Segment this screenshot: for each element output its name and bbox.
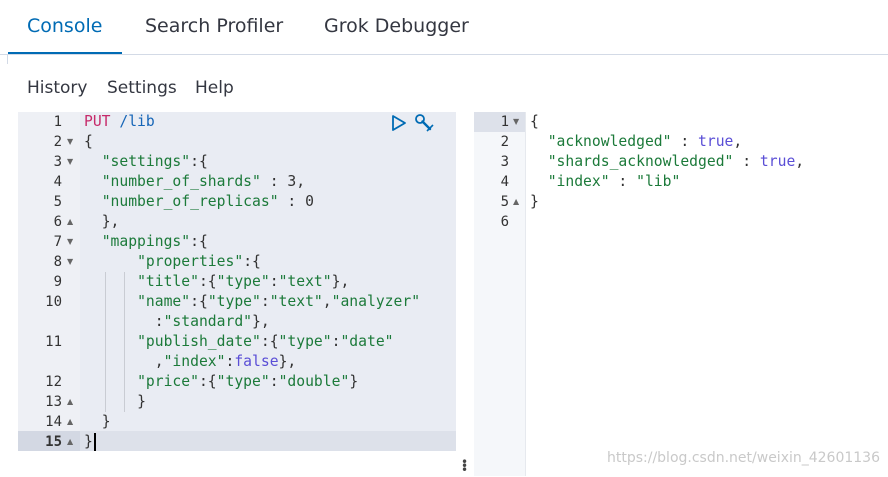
panel-resizer[interactable] xyxy=(456,112,473,476)
line-number: 2 xyxy=(500,134,509,150)
line-number: 3 xyxy=(500,154,509,170)
line-number: 9 xyxy=(53,274,62,290)
tab-grok-debugger[interactable]: Grok Debugger xyxy=(324,0,469,53)
fold-toggle[interactable]: ▼ xyxy=(67,132,73,152)
line-number: 8 xyxy=(53,254,62,270)
request-editor[interactable]: 1 2 3 4 5 6 7 8 9 10 11 12 13 14 15 ▼ ▼ … xyxy=(18,112,456,476)
code-line: ,"index":false}, xyxy=(154,353,297,370)
line-number: 1 xyxy=(500,114,509,130)
code-line: "acknowledged" : true, xyxy=(547,133,743,150)
tab-console[interactable]: Console xyxy=(8,0,123,54)
line-number: 4 xyxy=(500,174,509,190)
fold-toggle[interactable]: ▲ xyxy=(67,412,73,432)
response-editor[interactable]: 1 2 3 4 5 6 ▼ ▲ { "acknowledged" : true,… xyxy=(474,112,888,476)
tab-search-profiler[interactable]: Search Profiler xyxy=(145,0,283,53)
fold-toggle[interactable]: ▲ xyxy=(67,212,73,232)
code-line: "settings":{ xyxy=(101,153,208,170)
code-line: "properties":{ xyxy=(137,253,261,270)
code-line: "publish_date":{"type":"date" xyxy=(137,333,394,350)
line-number: 12 xyxy=(45,374,62,390)
fold-toggle[interactable]: ▼ xyxy=(67,232,73,252)
code-line: } xyxy=(101,413,111,430)
line-number: 1 xyxy=(53,114,62,130)
divider xyxy=(7,54,8,64)
line-number: 3 xyxy=(53,154,62,170)
code-line: "title":{"type":"text"}, xyxy=(137,273,350,290)
line-number: 14 xyxy=(45,414,62,430)
play-icon[interactable] xyxy=(391,114,407,136)
top-tabs: Console Search Profiler Grok Debugger xyxy=(0,0,888,55)
wrench-icon[interactable] xyxy=(414,113,436,137)
code-line: "number_of_shards" : 3, xyxy=(101,173,306,190)
text-cursor xyxy=(94,433,96,451)
line-number: 2 xyxy=(53,134,62,150)
watermark: https://blog.csdn.net/weixin_42601136 xyxy=(606,450,880,466)
resize-handle-icon[interactable]: • • • xyxy=(461,456,468,476)
gutter-divider xyxy=(525,112,526,476)
code-line: "index" : "lib" xyxy=(547,173,681,190)
line-number: 6 xyxy=(53,214,62,230)
line-number: 4 xyxy=(53,174,62,190)
line-number: 11 xyxy=(45,334,62,350)
settings-menu-item[interactable]: Settings xyxy=(107,78,177,98)
fold-toggle[interactable]: ▼ xyxy=(513,112,519,132)
code-line: PUT /lib xyxy=(84,112,155,132)
fold-toggle[interactable]: ▲ xyxy=(513,192,519,212)
code-line: "shards_acknowledged" : true, xyxy=(547,153,805,170)
line-number: 15 xyxy=(45,434,62,450)
line-number: 6 xyxy=(500,214,509,230)
response-code: { "acknowledged" : true, "shards_acknowl… xyxy=(530,112,886,476)
fold-toggle[interactable]: ▼ xyxy=(67,152,73,172)
code-line: } xyxy=(84,433,93,450)
line-number: 13 xyxy=(45,394,62,410)
code-line: { xyxy=(530,113,539,130)
code-line: }, xyxy=(101,213,120,230)
http-method: PUT xyxy=(84,113,111,130)
line-number: 7 xyxy=(53,234,62,250)
line-number: 5 xyxy=(53,194,62,210)
code-line: { xyxy=(84,133,93,150)
code-line: } xyxy=(530,193,539,210)
history-menu-item[interactable]: History xyxy=(27,78,87,98)
fold-toggle[interactable]: ▲ xyxy=(67,392,73,412)
code-line: } xyxy=(137,393,146,410)
request-code[interactable]: PUT /lib { "settings":{ "number_of_shard… xyxy=(84,112,454,476)
code-line: "number_of_replicas" : 0 xyxy=(101,193,314,210)
code-line: "price":{"type":"double"} xyxy=(137,373,359,390)
line-number: 10 xyxy=(45,294,62,310)
fold-toggle[interactable]: ▼ xyxy=(67,252,73,272)
line-number: 5 xyxy=(500,194,509,210)
code-line: :"standard"}, xyxy=(154,313,270,330)
help-menu-item[interactable]: Help xyxy=(195,78,234,98)
fold-toggle[interactable]: ▲ xyxy=(67,432,73,452)
code-line: "name":{"type":"text","analyzer" xyxy=(137,293,421,310)
request-path: /lib xyxy=(119,113,155,130)
code-line: "mappings":{ xyxy=(101,233,208,250)
